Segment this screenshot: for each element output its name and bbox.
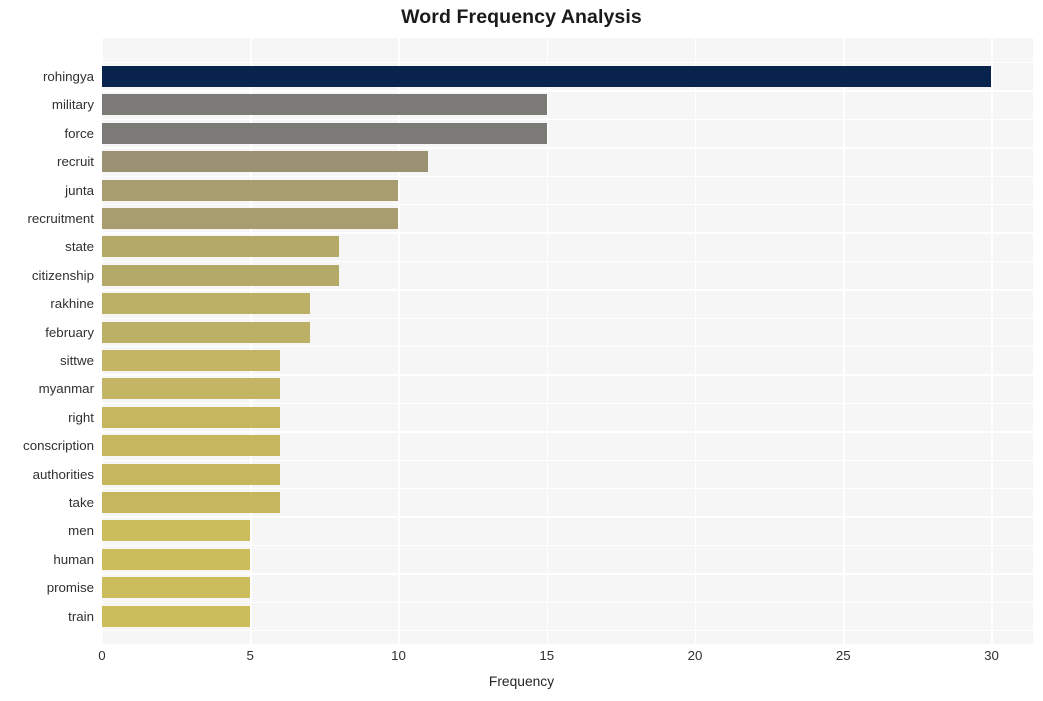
x-axis-tick-label: 15: [539, 648, 555, 663]
y-gridline: [102, 346, 1033, 348]
y-axis-tick-label: right: [68, 409, 94, 425]
y-axis-tick-label: state: [65, 239, 94, 255]
bar[interactable]: [102, 463, 280, 485]
x-axis-tick-labels: 0 5 10 15 20 25 30: [98, 648, 1033, 670]
y-axis-tick-label: myanmar: [38, 381, 94, 397]
x-axis-tick-label: 5: [246, 648, 254, 663]
bar[interactable]: [102, 94, 547, 116]
y-axis-tick-label: military: [51, 97, 94, 113]
x-axis-tick-label: 20: [687, 648, 703, 663]
x-axis-tick-label: 30: [984, 648, 999, 663]
y-gridline: [102, 544, 1033, 547]
y-axis-tick-label: rakhine: [50, 296, 94, 312]
x-axis-tick-label: 0: [98, 648, 106, 663]
y-axis-tick-label: train: [68, 608, 94, 624]
bar[interactable]: [102, 179, 399, 201]
y-gridline: [102, 317, 1033, 319]
bar[interactable]: [102, 492, 280, 513]
y-axis-tick-label: recruitment: [27, 211, 94, 226]
y-gridline: [102, 374, 1033, 376]
y-axis-tick-label: junta: [65, 182, 94, 198]
bar[interactable]: [102, 208, 399, 229]
y-axis-tick-label: conscription: [23, 438, 94, 454]
y-gridline: [102, 573, 1033, 575]
bar[interactable]: [102, 236, 340, 258]
y-gridline: [102, 62, 1033, 64]
y-gridline: [102, 147, 1033, 149]
y-axis-tick-label: rohingya: [42, 69, 94, 84]
y-axis-tick-label: sittwe: [60, 353, 94, 368]
bar[interactable]: [102, 151, 429, 173]
y-gridline: [102, 175, 1033, 177]
bar[interactable]: [102, 293, 310, 315]
word-frequency-chart: Word Frequency Analysis rohingya military…: [0, 0, 1043, 701]
y-gridline: [102, 90, 1033, 92]
x-axis-title: Frequency: [488, 674, 555, 689]
bar[interactable]: [102, 520, 251, 542]
x-gridline: [843, 38, 845, 644]
y-gridline: [102, 204, 1033, 206]
y-gridline: [102, 459, 1033, 461]
x-axis-tick-label: 25: [835, 648, 851, 663]
bar[interactable]: [102, 66, 992, 87]
y-gridline: [102, 402, 1033, 405]
y-axis-tick-label: authorities: [32, 466, 94, 482]
y-gridline: [102, 601, 1033, 603]
chart-title: Word Frequency Analysis: [401, 6, 642, 28]
bar[interactable]: [102, 264, 340, 286]
plot-area: [102, 38, 1033, 644]
y-axis-tick-label: take: [68, 495, 94, 510]
y-gridline: [102, 260, 1033, 263]
bar[interactable]: [102, 321, 310, 343]
y-gridline: [102, 630, 1033, 632]
y-axis-tick-label: human: [53, 551, 94, 567]
y-axis-tick-label: citizenship: [31, 267, 94, 283]
bar[interactable]: [102, 406, 280, 428]
bar[interactable]: [102, 122, 547, 144]
y-gridline: [102, 516, 1033, 518]
y-axis-labels: rohingya military force recruit junta recruit…: [0, 38, 94, 644]
y-gridline: [102, 118, 1033, 121]
bar[interactable]: [102, 378, 280, 400]
bar[interactable]: [102, 577, 251, 599]
x-gridline: [991, 38, 993, 644]
bar[interactable]: [102, 605, 251, 627]
bar[interactable]: [102, 435, 280, 457]
y-gridline: [102, 232, 1033, 234]
x-axis-tick-label: 10: [391, 648, 406, 663]
y-axis-tick-label: force: [64, 125, 94, 141]
x-gridline: [694, 38, 697, 644]
y-axis-tick-label: recruit: [57, 154, 94, 170]
y-axis-tick-label: february: [45, 324, 94, 340]
bar[interactable]: [102, 548, 251, 570]
y-axis-tick-label: promise: [46, 580, 94, 596]
y-gridline: [102, 488, 1033, 490]
y-axis-tick-label: men: [68, 523, 94, 539]
y-gridline: [102, 431, 1033, 433]
bar[interactable]: [102, 350, 280, 371]
x-gridline: [546, 38, 549, 644]
y-gridline: [102, 289, 1033, 291]
